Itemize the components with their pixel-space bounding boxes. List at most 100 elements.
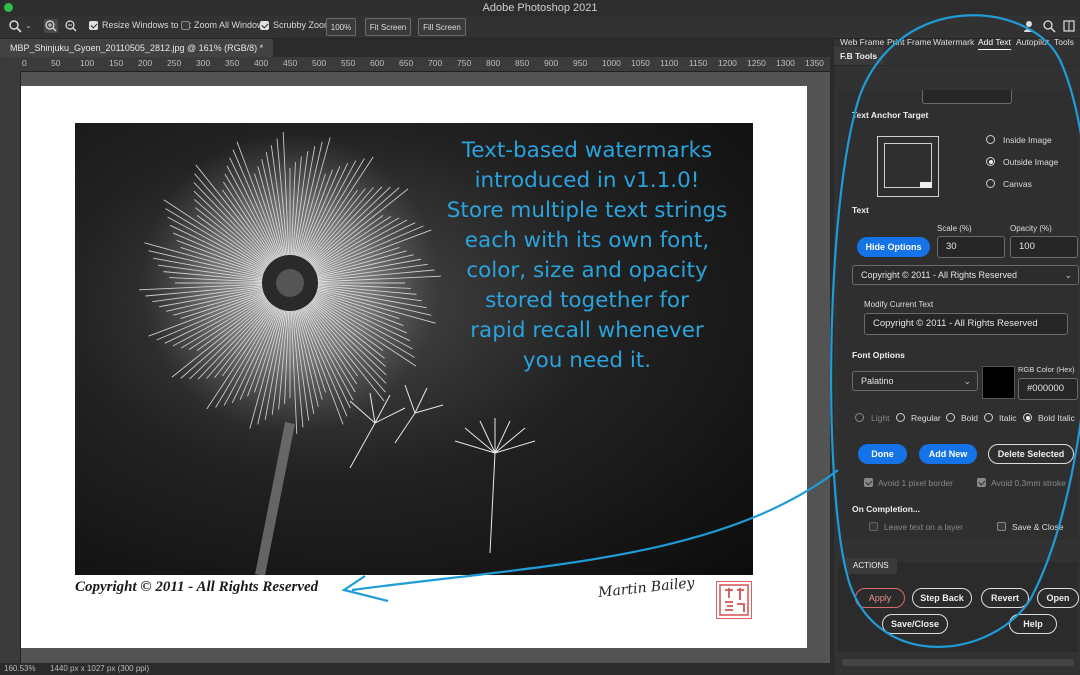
scale-label: Scale (%): [937, 224, 972, 233]
save-close-checkbox[interactable]: [997, 522, 1006, 531]
canvas-label: Canvas: [1003, 179, 1032, 189]
hanko-seal-stamp: [716, 581, 752, 619]
zoom-out-icon[interactable]: [64, 19, 78, 33]
ruler-tick-label: 500: [312, 58, 327, 68]
delete-selected-button[interactable]: Delete Selected: [988, 444, 1074, 464]
actions-tab[interactable]: ACTIONS: [845, 558, 897, 574]
tab-print-frame[interactable]: Print Frame: [887, 37, 931, 47]
ruler-tick-label: 1100: [660, 58, 679, 68]
scrolled-field-edge: [922, 90, 1012, 104]
style-bold-italic-radio[interactable]: [1023, 413, 1032, 422]
rgb-color-label: RGB Color (Hex): [1018, 365, 1075, 374]
outside-image-label: Outside Image: [1003, 157, 1059, 167]
font-options-heading: Font Options: [852, 350, 905, 360]
status-bar: 160.53% 1440 px x 1027 px (300 ppi): [0, 663, 830, 675]
fit-screen-button[interactable]: Fit Screen: [365, 18, 411, 36]
ruler-tick-label: 350: [225, 58, 240, 68]
ruler-tick-label: 550: [341, 58, 356, 68]
annotation-line: color, size and opacity: [466, 258, 708, 283]
annotation-line: you need it.: [522, 348, 652, 373]
ruler-tick-label: 50: [51, 58, 61, 68]
ruler-tick-label: 1000: [602, 58, 621, 68]
style-regular-radio[interactable]: [896, 413, 905, 422]
help-button[interactable]: Help: [1009, 614, 1057, 634]
inside-image-label: Inside Image: [1003, 135, 1052, 145]
zoom-tool-icon[interactable]: [8, 19, 22, 33]
scrubby-zoom-option[interactable]: Scrubby Zoom: [260, 20, 332, 30]
hide-options-button[interactable]: Hide Options: [857, 237, 930, 257]
outside-image-radio[interactable]: [986, 157, 995, 166]
style-light-radio[interactable]: [855, 413, 864, 422]
document-info[interactable]: 1440 px x 1027 px (300 ppi): [50, 664, 149, 673]
text-preset-select[interactable]: Copyright © 2011 - All Rights Reserved ⌄: [852, 265, 1079, 285]
ruler-tick-label: 600: [370, 58, 385, 68]
ruler-tick-label: 800: [486, 58, 501, 68]
resize-windows-checkbox[interactable]: [89, 20, 98, 30]
chevron-down-icon[interactable]: ⌄: [25, 21, 32, 30]
ruler-tick-label: 150: [109, 58, 124, 68]
style-regular-label: Regular: [911, 413, 941, 423]
ruler-tick-label: 300: [196, 58, 211, 68]
rgb-hex-input[interactable]: #000000: [1018, 378, 1078, 400]
style-light-label: Light: [871, 413, 890, 423]
modify-text-input[interactable]: Copyright © 2011 - All Rights Reserved: [864, 313, 1068, 335]
ruler-tick-label: 1250: [747, 58, 766, 68]
avoid-border-checkbox[interactable]: [864, 478, 873, 487]
scale-input[interactable]: 30: [937, 236, 1005, 258]
text-heading: Text: [852, 205, 869, 215]
inside-image-radio[interactable]: [986, 135, 995, 144]
zoom-all-option[interactable]: Zoom All Windows: [181, 20, 268, 30]
chevron-down-icon: ⌄: [1064, 270, 1072, 280]
horizontal-ruler: 0 50 100 150 200 250 300 350 400 450 500 550 600 650 7…: [8, 57, 882, 72]
tab-watermark[interactable]: Watermark: [933, 37, 974, 47]
scrubby-zoom-checkbox[interactable]: [260, 20, 269, 30]
chevron-down-icon: ⌄: [963, 376, 971, 386]
panel-scrollbar[interactable]: [842, 659, 1074, 666]
leave-text-checkbox[interactable]: [869, 522, 878, 531]
opacity-input[interactable]: 100: [1010, 236, 1078, 258]
zoom-100-button[interactable]: 100%: [326, 18, 356, 36]
open-button[interactable]: Open: [1037, 588, 1079, 608]
canvas-radio[interactable]: [986, 179, 995, 188]
panel-title-tab[interactable]: F.B Tools: [834, 47, 884, 65]
revert-button[interactable]: Revert: [981, 588, 1029, 608]
avoid-stroke-checkbox[interactable]: [977, 478, 986, 487]
workspace-icon[interactable]: [1062, 19, 1076, 33]
zoom-all-checkbox[interactable]: [181, 20, 190, 30]
tab-web-frame[interactable]: Web Frame: [840, 37, 884, 47]
add-new-button[interactable]: Add New: [919, 444, 977, 464]
tab-add-text[interactable]: Add Text: [978, 37, 1011, 50]
text-preset-value: Copyright © 2011 - All Rights Reserved: [861, 270, 1018, 280]
style-bold-italic-label: Bold Italic: [1038, 413, 1075, 423]
ruler-tick-label: 700: [428, 58, 443, 68]
document-tab-bar: MBP_Shinjuku_Gyoen_20110505_2812.jpg @ 1…: [0, 39, 830, 57]
ruler-tick-label: 200: [138, 58, 153, 68]
tab-tools[interactable]: Tools: [1054, 37, 1074, 47]
step-back-button[interactable]: Step Back: [912, 588, 972, 608]
annotation-line: Store multiple text strings: [446, 198, 728, 223]
color-swatch[interactable]: [982, 366, 1015, 399]
resize-windows-option[interactable]: Resize Windows to Fit: [89, 20, 191, 30]
search-icon[interactable]: [1042, 19, 1056, 33]
user-icon[interactable]: [1022, 19, 1036, 33]
avoid-stroke-label: Avoid 0.3mm stroke: [991, 478, 1066, 488]
style-bold-radio[interactable]: [946, 413, 955, 422]
style-italic-radio[interactable]: [984, 413, 993, 422]
modify-text-label: Modify Current Text: [864, 300, 934, 309]
ruler-tick-label: 1200: [718, 58, 737, 68]
ruler-tick-label: 950: [573, 58, 588, 68]
annotation-line: each with its own font,: [464, 228, 710, 253]
zoom-level[interactable]: 160.53%: [4, 664, 36, 673]
ruler-tick-label: 1350: [805, 58, 824, 68]
save-close-button[interactable]: Save/Close: [882, 614, 948, 634]
ruler-tick-label: 250: [167, 58, 182, 68]
font-select-value: Palatino: [861, 376, 894, 386]
document-tab[interactable]: MBP_Shinjuku_Gyoen_20110505_2812.jpg @ 1…: [0, 39, 274, 57]
apply-button[interactable]: Apply: [855, 588, 905, 608]
tab-autopilot[interactable]: Autopilot: [1016, 37, 1049, 47]
font-select[interactable]: Palatino ⌄: [852, 371, 978, 391]
done-button[interactable]: Done: [858, 444, 907, 464]
zoom-in-icon[interactable]: [44, 19, 58, 33]
panel-header: F.B Tools: [834, 47, 1080, 66]
fill-screen-button[interactable]: Fill Screen: [418, 18, 466, 36]
